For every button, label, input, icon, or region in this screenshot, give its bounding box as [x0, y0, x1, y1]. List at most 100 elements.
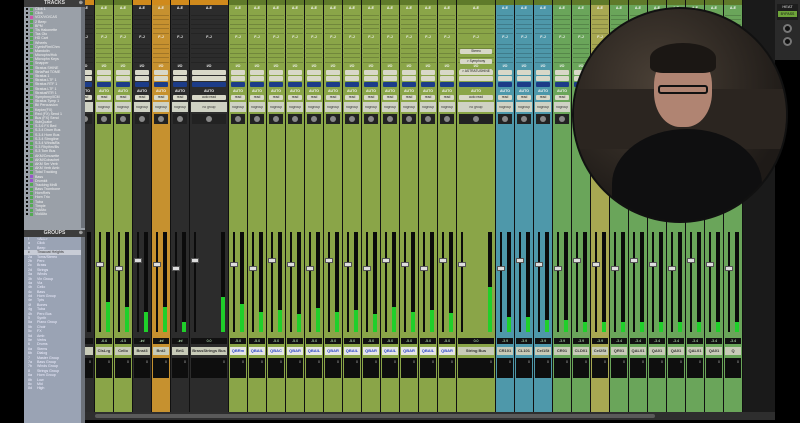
- track-visible-icon[interactable]: [26, 104, 28, 107]
- voice-selector[interactable]: [97, 81, 111, 87]
- fader-cap[interactable]: [592, 262, 600, 267]
- automation-mode-button[interactable]: read: [345, 94, 359, 100]
- input-selector[interactable]: [440, 69, 454, 75]
- track-name-plate[interactable]: [85, 347, 93, 355]
- pan-control[interactable]: [345, 113, 359, 124]
- pan-control[interactable]: [326, 113, 340, 124]
- pan-control[interactable]: [383, 113, 397, 124]
- input-selector[interactable]: [288, 69, 302, 75]
- track-visible-icon[interactable]: [26, 175, 28, 178]
- track-name-plate[interactable]: QBRm: [230, 347, 246, 355]
- input-selector[interactable]: [85, 69, 92, 75]
- track-visible-icon[interactable]: [26, 16, 28, 19]
- fader-cap[interactable]: [401, 262, 409, 267]
- track-visible-icon[interactable]: [26, 204, 28, 207]
- pan-control[interactable]: [421, 113, 435, 124]
- input-selector[interactable]: [231, 69, 245, 75]
- fader-cap[interactable]: [668, 266, 676, 271]
- pan-knob[interactable]: [540, 115, 546, 122]
- track-name-plate[interactable]: ClsLrg: [96, 347, 112, 355]
- input-selector[interactable]: [364, 69, 378, 75]
- group-selector[interactable]: nogroup: [401, 101, 417, 112]
- input-selector[interactable]: [555, 69, 569, 75]
- output-selector[interactable]: [307, 75, 321, 81]
- track-name-plate[interactable]: QBAIL: [306, 347, 322, 355]
- output-selector[interactable]: [231, 75, 245, 81]
- output-selector[interactable]: [498, 75, 512, 81]
- fader-cap[interactable]: [287, 262, 295, 267]
- input-selector[interactable]: [498, 69, 512, 75]
- automation-mode-button[interactable]: read: [231, 94, 245, 100]
- mixer-horizontal-scrollbar[interactable]: [85, 412, 775, 420]
- voice-selector[interactable]: [364, 81, 378, 87]
- fader-cap[interactable]: [191, 258, 199, 263]
- track-visible-icon[interactable]: [26, 137, 28, 140]
- fader-cap[interactable]: [516, 258, 524, 263]
- automation-mode-button[interactable]: read: [402, 94, 416, 100]
- voice-selector[interactable]: [173, 81, 187, 87]
- track-visible-icon[interactable]: [26, 96, 28, 99]
- voice-selector[interactable]: [269, 81, 283, 87]
- track-name-plate[interactable]: BrassStrings Bus: [191, 347, 227, 355]
- track-name-plate[interactable]: String Bus: [458, 347, 494, 355]
- track-visible-icon[interactable]: [26, 125, 28, 128]
- fader-cap[interactable]: [153, 262, 161, 267]
- track-name-plate[interactable]: QBAIL: [344, 347, 360, 355]
- input-selector[interactable]: [97, 69, 111, 75]
- voice-selector[interactable]: [402, 81, 416, 87]
- pan-control[interactable]: [459, 113, 493, 124]
- group-selector[interactable]: [85, 101, 93, 112]
- output-selector[interactable]: [383, 75, 397, 81]
- group-selector[interactable]: nogroup: [363, 101, 379, 112]
- track-visible-icon[interactable]: [26, 183, 28, 186]
- track-name-plate[interactable]: CLD01: [573, 347, 589, 355]
- voice-selector[interactable]: [345, 81, 359, 87]
- pan-control[interactable]: [192, 113, 226, 124]
- group-selector[interactable]: nogroup: [535, 101, 551, 112]
- voice-selector[interactable]: [116, 81, 130, 87]
- fader-cap[interactable]: [134, 258, 142, 263]
- fader-cap[interactable]: [458, 262, 466, 267]
- pan-knob[interactable]: [502, 115, 508, 122]
- tracks-menu-icon[interactable]: ⊕: [79, 0, 83, 7]
- track-visible-icon[interactable]: [26, 150, 28, 153]
- pan-knob[interactable]: [311, 115, 317, 122]
- track-name-plate[interactable]: QA01: [649, 347, 665, 355]
- track-visible-icon[interactable]: [26, 58, 28, 61]
- pan-control[interactable]: [135, 113, 149, 124]
- fader-cap[interactable]: [554, 266, 562, 271]
- pan-knob[interactable]: [330, 115, 336, 122]
- input-selector[interactable]: [154, 69, 168, 75]
- group-selector[interactable]: nogroup: [382, 101, 398, 112]
- track-visible-icon[interactable]: [26, 24, 28, 27]
- output-selector[interactable]: [192, 75, 226, 81]
- track-name-plate[interactable]: QBAIL: [382, 347, 398, 355]
- fader-cap[interactable]: [249, 266, 257, 271]
- output-selector[interactable]: [85, 75, 92, 81]
- group-selector[interactable]: nogroup: [172, 101, 188, 112]
- track-visible-icon[interactable]: [26, 200, 28, 203]
- track-name-plate[interactable]: CR101: [497, 347, 513, 355]
- automation-mode-button[interactable]: read: [173, 94, 187, 100]
- fader-cap[interactable]: [96, 262, 104, 267]
- groups-menu-icon[interactable]: ⊕: [79, 230, 83, 237]
- insert-plugin-button[interactable]: > ASTRATUSHINE: [460, 69, 492, 74]
- track-visible-icon[interactable]: [26, 100, 28, 103]
- pan-knob[interactable]: [425, 115, 431, 122]
- voice-selector[interactable]: [555, 81, 569, 87]
- track-name-plate[interactable]: QAL01: [687, 347, 703, 355]
- heat-drive-knob[interactable]: [783, 24, 792, 33]
- group-selector[interactable]: no group: [191, 101, 227, 112]
- track-name-plate[interactable]: CL101: [516, 347, 532, 355]
- track-visible-icon[interactable]: [26, 83, 28, 86]
- automation-mode-button[interactable]: read: [326, 94, 340, 100]
- fader-cap[interactable]: [172, 266, 180, 271]
- automation-mode-button[interactable]: read: [269, 94, 283, 100]
- track-visible-icon[interactable]: [26, 209, 28, 212]
- input-selector[interactable]: [536, 69, 550, 75]
- pan-control[interactable]: [307, 113, 321, 124]
- output-selector[interactable]: [269, 75, 283, 81]
- automation-mode-button[interactable]: read: [154, 94, 168, 100]
- voice-selector[interactable]: [421, 81, 435, 87]
- pan-control[interactable]: [85, 113, 92, 124]
